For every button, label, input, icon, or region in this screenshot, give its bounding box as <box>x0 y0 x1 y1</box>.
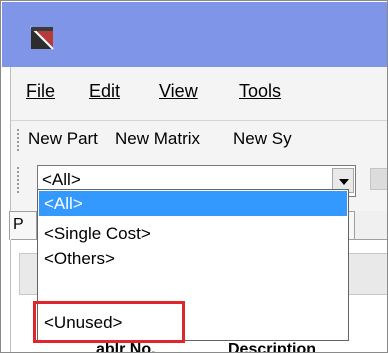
filter-combobox-value: <All> <box>42 170 81 189</box>
disabled-toolbar-icon <box>370 168 387 190</box>
toolbar: New Part New Matrix New Sy <box>10 120 387 159</box>
dropdown-option-single-cost[interactable]: <Single Cost> <box>39 221 347 246</box>
menu-edit-label: Edit <box>89 81 121 101</box>
menu-bar: File Edit View Tools <box>10 67 387 120</box>
column-header-description[interactable]: Description <box>228 341 316 352</box>
new-part-button[interactable]: New Part <box>28 129 98 149</box>
new-sy-button[interactable]: New Sy <box>233 129 292 149</box>
tab-left[interactable]: P <box>9 211 37 240</box>
filterbar-grip[interactable] <box>17 167 21 193</box>
annotation-highlight-box <box>33 301 185 343</box>
dropdown-option-all[interactable]: <All> <box>39 191 347 216</box>
menu-file-label: File <box>26 81 56 101</box>
title-bar <box>2 2 387 67</box>
toolbar-grip[interactable] <box>17 129 21 151</box>
dropdown-option-others[interactable]: <Others> <box>39 249 347 268</box>
app-logo-icon[interactable] <box>30 26 54 50</box>
menu-tools-label: Tools <box>239 81 282 101</box>
menu-edit[interactable]: Edit <box>89 81 120 102</box>
menu-file[interactable]: File <box>26 81 55 102</box>
tab-left-label: P <box>13 216 24 233</box>
application-window: File Edit View Tools New Part New Matrix… <box>0 0 388 353</box>
new-matrix-button[interactable]: New Matrix <box>115 129 200 149</box>
menu-view-label: View <box>159 81 198 101</box>
menu-tools[interactable]: Tools <box>239 81 281 102</box>
menu-view[interactable]: View <box>159 81 198 102</box>
